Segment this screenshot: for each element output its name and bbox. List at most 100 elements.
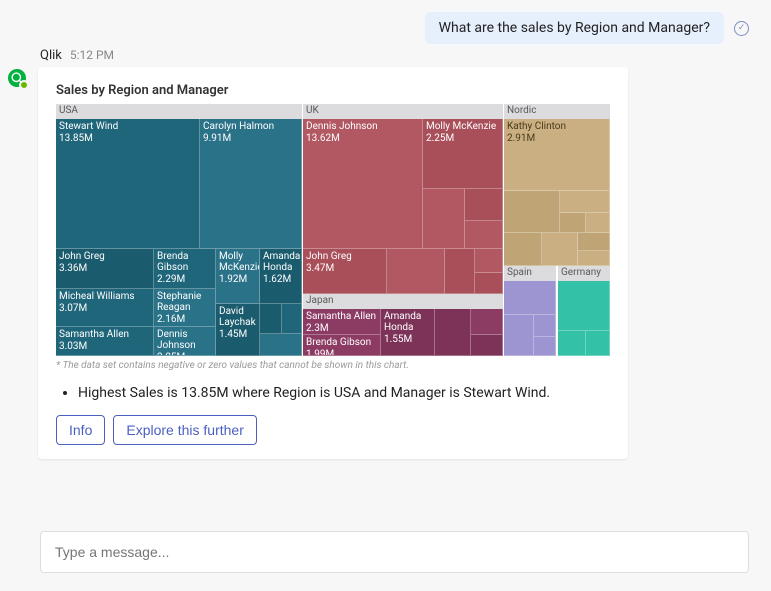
treemap-cell[interactable]: Carolyn Halmon9.91M (200, 119, 302, 249)
cell-value: 2.05M (157, 352, 212, 356)
cell-value: 3.07M (59, 303, 150, 314)
cell-name: Molly McKenzie (219, 251, 256, 273)
treemap-cell[interactable] (423, 189, 465, 249)
treemap-cell[interactable]: Stewart Wind13.85M (56, 119, 200, 249)
delivered-check-icon: ✓ (734, 21, 749, 36)
treemap-cell[interactable] (542, 233, 578, 266)
cell-name: Stephanie Reagan (157, 291, 212, 313)
cell-value: 2.16M (157, 314, 212, 325)
cell-value: 3.03M (59, 341, 150, 352)
cell-name: David Laychak (219, 306, 256, 328)
treemap-cell[interactable] (387, 249, 445, 294)
cell-name: Samantha Allen (306, 311, 377, 322)
region-usa[interactable]: USA Stewart Wind13.85M Carolyn Halmon9.9… (56, 104, 302, 356)
cell-name: Stewart Wind (59, 121, 196, 132)
treemap-cell[interactable] (475, 249, 503, 273)
treemap-cell[interactable]: Amanda Honda1.55M (381, 309, 435, 356)
cell-name: Kathy Clinton (507, 121, 606, 132)
treemap-cell[interactable]: Stephanie Reagan2.16M (154, 289, 216, 327)
explore-button[interactable]: Explore this further (113, 415, 257, 445)
region-nordic[interactable]: Nordic Kathy Clinton2.91M (504, 104, 610, 266)
region-label: Spain (504, 266, 556, 281)
treemap-cell[interactable] (534, 337, 556, 356)
region-label: Nordic (504, 104, 610, 119)
user-message-row: What are the sales by Region and Manager… (0, 0, 771, 48)
treemap-cell[interactable] (445, 249, 475, 294)
info-button[interactable]: Info (56, 415, 105, 445)
cell-value: 1.62M (263, 274, 298, 285)
treemap-cell[interactable]: Samantha Allen3.03M (56, 327, 154, 356)
cell-value: 3.36M (59, 263, 150, 274)
cell-value: 13.62M (306, 133, 419, 144)
treemap-cell[interactable] (475, 273, 503, 294)
treemap-cell[interactable]: Dennis Johnson13.62M (303, 119, 423, 249)
treemap-cell[interactable] (465, 221, 503, 249)
treemap-cell[interactable] (586, 213, 610, 233)
treemap-cell[interactable]: John Greg3.36M (56, 249, 154, 289)
region-germany[interactable]: Germany (558, 266, 610, 356)
treemap-cell[interactable]: Amanda Honda1.62M (260, 249, 302, 304)
treemap-cell[interactable]: Molly McKenzie2.25M (423, 119, 503, 189)
treemap-cell[interactable] (560, 213, 586, 233)
treemap-cell[interactable] (578, 251, 610, 266)
cell-value: 13.85M (59, 133, 196, 144)
action-row: Info Explore this further (56, 415, 610, 445)
response-card: Sales by Region and Manager USA Stewart … (38, 67, 628, 459)
treemap-cell[interactable] (504, 191, 560, 233)
cell-name: John Greg (306, 251, 383, 262)
treemap-cell[interactable] (282, 304, 302, 334)
cell-name: Brenda Gibson (157, 251, 212, 273)
cell-name: Micheal Williams (59, 291, 150, 302)
cell-value: 1.55M (384, 334, 431, 345)
message-composer (40, 531, 749, 573)
bot-timestamp: 5:12 PM (70, 48, 114, 62)
region-uk[interactable]: UK Dennis Johnson13.62M Molly McKenzie2.… (303, 104, 503, 294)
bot-name: Qlik (40, 48, 62, 63)
treemap-cell[interactable] (534, 315, 556, 337)
cell-value: 2.3M (306, 323, 377, 334)
cell-value: 2.91M (507, 133, 606, 144)
cell-value: 3.47M (306, 263, 383, 274)
region-spain[interactable]: Spain (504, 266, 556, 356)
treemap-cell[interactable] (586, 331, 610, 356)
treemap-cell[interactable]: Brenda Gibson2.29M (154, 249, 216, 289)
treemap-cell[interactable]: Micheal Williams3.07M (56, 289, 154, 327)
treemap-cell[interactable] (504, 233, 542, 266)
treemap-cell[interactable] (435, 309, 471, 356)
treemap-cell[interactable] (560, 191, 610, 213)
treemap-cell[interactable]: Samantha Allen2.3M (303, 309, 381, 335)
treemap-cell[interactable]: John Greg3.47M (303, 249, 387, 294)
treemap-cell[interactable]: Kathy Clinton2.91M (504, 119, 610, 191)
cell-name: Molly McKenzie (426, 121, 499, 132)
treemap-cell[interactable] (504, 281, 556, 315)
treemap-cell[interactable]: David Laychak1.45M (216, 304, 260, 356)
bot-avatar-icon (8, 69, 26, 87)
message-input[interactable] (40, 531, 749, 573)
region-label: Japan (303, 294, 503, 309)
treemap-cell[interactable] (504, 315, 534, 356)
cell-name: Samantha Allen (59, 329, 150, 340)
treemap-cell[interactable]: Molly McKenzie1.92M (216, 249, 260, 304)
treemap-cell[interactable] (465, 189, 503, 221)
treemap-cell[interactable]: Brenda Gibson1.99M (303, 335, 381, 356)
treemap-cell[interactable] (558, 331, 586, 356)
region-label: USA (56, 104, 302, 119)
treemap-cell[interactable]: Dennis Johnson2.05M (154, 327, 216, 356)
cell-value: 1.99M (306, 349, 377, 356)
insight-bullet: Highest Sales is 13.85M where Region is … (78, 385, 610, 401)
treemap-cell[interactable] (260, 334, 302, 356)
treemap-chart[interactable]: USA Stewart Wind13.85M Carolyn Halmon9.9… (56, 104, 610, 356)
region-label: Germany (558, 266, 610, 281)
treemap-cell[interactable] (471, 335, 503, 356)
cell-name: Brenda Gibson (306, 337, 377, 348)
treemap-cell[interactable] (578, 233, 610, 251)
treemap-cell[interactable] (471, 309, 503, 335)
cell-name: John Greg (59, 251, 150, 262)
treemap-cell[interactable] (558, 281, 610, 331)
cell-name: Amanda Honda (263, 251, 298, 273)
treemap-cell[interactable] (260, 304, 282, 334)
cell-value: 2.29M (157, 274, 212, 285)
chart-title: Sales by Region and Manager (56, 83, 610, 98)
user-message-bubble: What are the sales by Region and Manager… (425, 12, 724, 44)
region-japan[interactable]: Japan Samantha Allen2.3M Amanda Honda1.5… (303, 294, 503, 356)
